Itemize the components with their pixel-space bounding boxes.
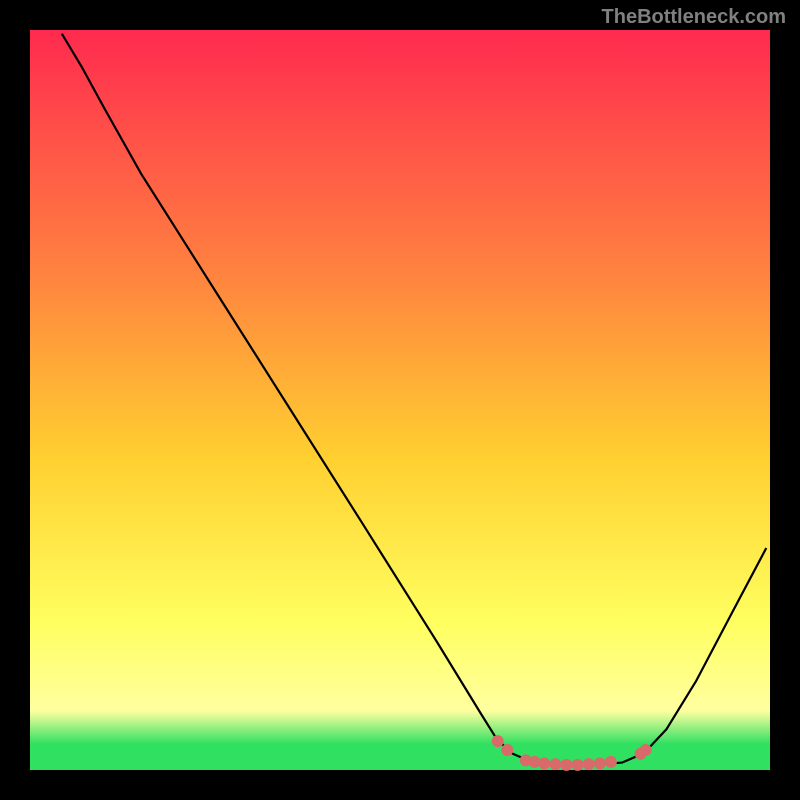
marker-point (605, 756, 617, 768)
marker-point (583, 758, 595, 770)
marker-point (594, 757, 606, 769)
marker-point (501, 744, 513, 756)
marker-point (572, 759, 584, 771)
marker-point (640, 744, 652, 756)
marker-point (492, 735, 504, 747)
marker-point (561, 759, 573, 771)
plot-background (30, 30, 770, 770)
bottleneck-chart (0, 0, 800, 800)
marker-point (549, 758, 561, 770)
watermark-text: TheBottleneck.com (602, 6, 786, 29)
marker-point (538, 757, 550, 769)
